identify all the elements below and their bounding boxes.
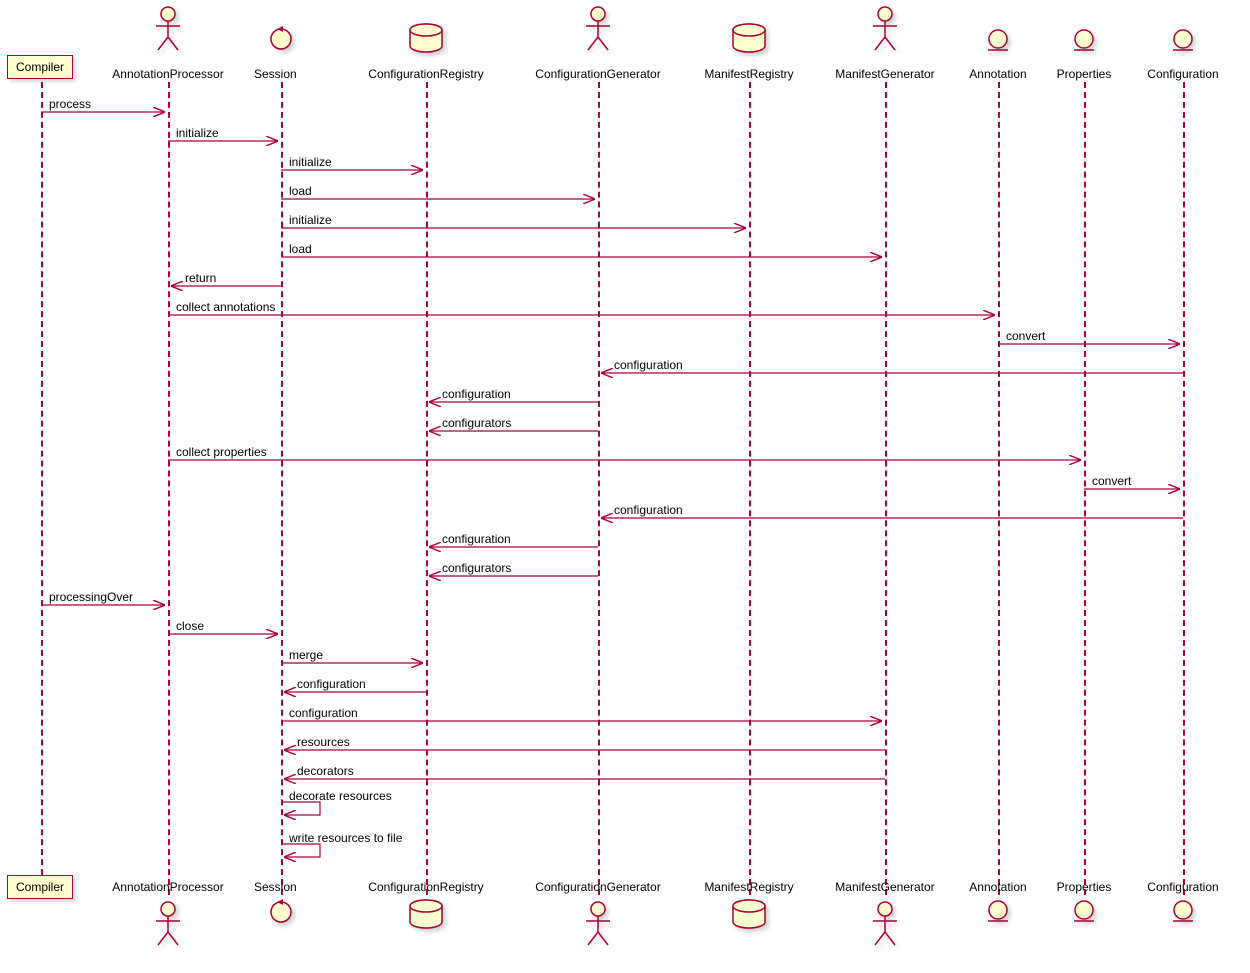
entity-icon <box>1171 28 1195 52</box>
entity-icon <box>1072 899 1096 923</box>
msg-load-2: load <box>289 242 312 256</box>
msg-configurators-2: configurators <box>442 561 511 575</box>
msg-configuration-3: configuration <box>614 503 683 517</box>
msg-configurators-1: configurators <box>442 416 511 430</box>
msg-close: close <box>176 619 204 633</box>
database-icon <box>731 23 767 53</box>
database-icon <box>408 23 444 53</box>
participant-config-registry-bottom: ConfigurationRegistry <box>353 880 499 894</box>
participant-manifest-generator: ManifestGenerator <box>818 67 952 81</box>
lifeline-manifest-generator <box>885 82 887 895</box>
entity-icon <box>986 28 1010 52</box>
actor-icon <box>869 4 901 52</box>
message-arrows <box>0 0 1250 973</box>
database-icon <box>731 899 767 929</box>
msg-configuration-2: configuration <box>442 387 511 401</box>
msg-configuration-1: configuration <box>614 358 683 372</box>
msg-collect-properties: collect properties <box>176 445 267 459</box>
participant-config-registry: ConfigurationRegistry <box>353 67 499 81</box>
msg-convert-1: convert <box>1006 329 1045 343</box>
participant-annotation-processor: AnnotationProcessor <box>93 67 243 81</box>
msg-resources: resources <box>297 735 350 749</box>
msg-decorators: decorators <box>297 764 354 778</box>
entity-icon <box>986 899 1010 923</box>
database-icon <box>408 899 444 929</box>
msg-convert-2: convert <box>1092 474 1131 488</box>
lifeline-compiler <box>41 82 43 895</box>
participant-config-generator-bottom: ConfigurationGenerator <box>514 880 682 894</box>
participant-manifest-registry-bottom: ManifestRegistry <box>690 880 808 894</box>
msg-configuration-4: configuration <box>442 532 511 546</box>
participant-configuration-bottom: Configuration <box>1135 880 1231 894</box>
compiler-box: Compiler <box>7 55 73 79</box>
lifeline-annotation-processor <box>168 82 170 895</box>
participant-manifest-registry: ManifestRegistry <box>690 67 808 81</box>
msg-write-resources: write resources to file <box>289 831 402 845</box>
participant-session-bottom: Session <box>254 880 297 894</box>
sequence-diagram: Compiler AnnotationProcessor Session Con… <box>0 0 1250 973</box>
msg-initialize-3: initialize <box>289 213 332 227</box>
entity-icon <box>1171 899 1195 923</box>
lifeline-annotation <box>998 82 1000 895</box>
msg-initialize-2: initialize <box>289 155 332 169</box>
lifeline-properties <box>1084 82 1086 895</box>
msg-processing-over: processingOver <box>49 590 133 604</box>
participant-manifest-generator-bottom: ManifestGenerator <box>818 880 952 894</box>
msg-configuration-5: configuration <box>297 677 366 691</box>
participant-session: Session <box>254 67 297 81</box>
lifeline-configuration <box>1183 82 1185 895</box>
msg-load-1: load <box>289 184 312 198</box>
participant-annotation: Annotation <box>962 67 1034 81</box>
participant-properties: Properties <box>1049 67 1119 81</box>
actor-icon <box>582 4 614 52</box>
lifeline-config-generator <box>598 82 600 895</box>
msg-process: process <box>49 97 91 111</box>
lifeline-config-registry <box>426 82 428 895</box>
compiler-box-bottom: Compiler <box>7 875 73 899</box>
actor-icon <box>152 4 184 52</box>
msg-decorate-resources: decorate resources <box>289 789 392 803</box>
msg-configuration-6: configuration <box>289 706 358 720</box>
msg-merge: merge <box>289 648 323 662</box>
msg-collect-annotations: collect annotations <box>176 300 275 314</box>
participant-annotation-bottom: Annotation <box>962 880 1034 894</box>
participant-compiler-bottom: Compiler <box>7 875 73 899</box>
entity-icon <box>1072 28 1096 52</box>
lifeline-manifest-registry <box>749 82 751 895</box>
actor-icon <box>582 899 614 947</box>
actor-icon <box>152 899 184 947</box>
control-icon <box>268 899 294 925</box>
lifeline-session <box>281 82 283 895</box>
participant-config-generator: ConfigurationGenerator <box>514 67 682 81</box>
msg-initialize-1: initialize <box>176 126 219 140</box>
participant-configuration: Configuration <box>1135 67 1231 81</box>
participant-compiler: Compiler <box>7 55 73 79</box>
actor-icon <box>869 899 901 947</box>
participant-properties-bottom: Properties <box>1049 880 1119 894</box>
msg-return: return <box>185 271 216 285</box>
control-icon <box>268 26 294 52</box>
participant-annotation-processor-bottom: AnnotationProcessor <box>93 880 243 894</box>
